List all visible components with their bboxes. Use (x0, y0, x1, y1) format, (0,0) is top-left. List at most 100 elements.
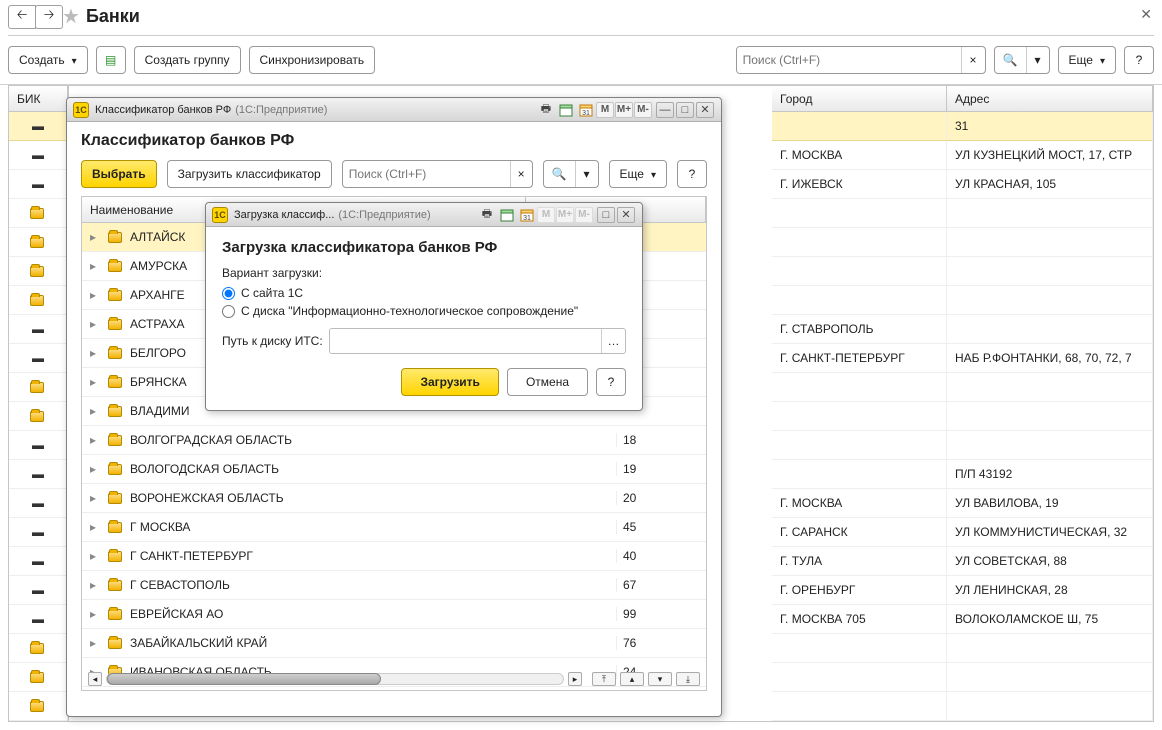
classifier-search[interactable]: × (342, 160, 533, 188)
grid-row-icon[interactable]: ▬ (9, 489, 68, 518)
address-cell[interactable]: УЛ КОММУНИСТИЧЕСКАЯ, 32 (947, 518, 1153, 547)
magnifier-icon[interactable]: 🔍 (995, 47, 1026, 73)
load-dialog-titlebar[interactable]: 1С Загрузка классиф... (1С:Предприятие) … (206, 203, 642, 227)
address-cell[interactable]: ВОЛОКОЛАМСКОЕ Ш, 75 (947, 605, 1153, 634)
city-cell[interactable] (772, 199, 947, 228)
m-btn[interactable]: M (596, 102, 614, 118)
city-cell[interactable] (772, 257, 947, 286)
close-icon[interactable]: ✕ (617, 207, 635, 223)
grid-row-icon[interactable]: ▬ (9, 315, 68, 344)
classifier-search-mode[interactable]: 🔍 ▾ (543, 160, 599, 188)
city-cell[interactable]: Г. САНКТ-ПЕТЕРБУРГ (772, 344, 947, 373)
classifier-row[interactable]: ▸ЕВРЕЙСКАЯ АО99 (82, 600, 706, 629)
help-button[interactable]: ? (1124, 46, 1154, 74)
hscroll-left-icon[interactable]: ◂ (88, 672, 102, 686)
classifier-row[interactable]: ▸ВОЛГОГРАДСКАЯ ОБЛАСТЬ18 (82, 426, 706, 455)
city-cell[interactable] (772, 112, 947, 141)
address-cell[interactable]: УЛ ВАВИЛОВА, 19 (947, 489, 1153, 518)
classifier-row[interactable]: ▸Г СЕВАСТОПОЛЬ67 (82, 571, 706, 600)
expand-icon[interactable]: ▸ (82, 317, 104, 331)
grid-row-icon[interactable]: ▬ (9, 576, 68, 605)
classifier-row[interactable]: ▸Г САНКТ-ПЕТЕРБУРГ40 (82, 542, 706, 571)
col-header-address[interactable]: Адрес (947, 86, 1153, 112)
main-search-input[interactable] (737, 47, 961, 73)
more-button[interactable]: Еще (1058, 46, 1116, 74)
expand-icon[interactable]: ▸ (82, 462, 104, 476)
grid-row-icon[interactable] (9, 692, 68, 721)
address-cell[interactable] (947, 257, 1153, 286)
expand-icon[interactable]: ▸ (82, 520, 104, 534)
address-cell[interactable] (947, 373, 1153, 402)
classifier-search-clear-icon[interactable]: × (510, 161, 532, 187)
address-cell[interactable] (947, 228, 1153, 257)
city-cell[interactable] (772, 663, 947, 692)
classifier-row[interactable]: ▸Г МОСКВА45 (82, 513, 706, 542)
expand-icon[interactable]: ▸ (82, 230, 104, 244)
grid-row-icon[interactable] (9, 634, 68, 663)
address-cell[interactable]: НАБ Р.ФОНТАНКИ, 68, 70, 72, 7 (947, 344, 1153, 373)
city-cell[interactable]: Г. МОСКВА (772, 141, 947, 170)
hscroll-right-icon[interactable]: ▸ (568, 672, 582, 686)
m-minus-btn[interactable]: M- (634, 102, 652, 118)
search-mode-button[interactable]: 🔍 ▾ (994, 46, 1050, 74)
grid-row-icon[interactable] (9, 257, 68, 286)
grid-row-icon[interactable] (9, 663, 68, 692)
grid-row-icon[interactable]: ▬ (9, 547, 68, 576)
expand-icon[interactable]: ▸ (82, 578, 104, 592)
expand-icon[interactable]: ▸ (82, 346, 104, 360)
city-cell[interactable] (772, 692, 947, 721)
main-search-clear-icon[interactable]: × (961, 47, 985, 73)
expand-icon[interactable]: ▸ (82, 491, 104, 505)
grid-row-icon[interactable] (9, 286, 68, 315)
address-cell[interactable] (947, 199, 1153, 228)
cancel-button[interactable]: Отмена (507, 368, 588, 396)
expand-icon[interactable]: ▸ (82, 433, 104, 447)
print-icon[interactable]: 🖶 (537, 102, 555, 118)
address-cell[interactable]: П/П 43192 (947, 460, 1153, 489)
search-mode-caret-icon[interactable]: ▾ (1026, 47, 1049, 73)
print-icon[interactable]: 🖶 (478, 207, 496, 223)
grid-row-icon[interactable]: ▬ (9, 141, 68, 170)
address-cell[interactable]: УЛ СОВЕТСКАЯ, 88 (947, 547, 1153, 576)
address-cell[interactable] (947, 286, 1153, 315)
city-cell[interactable]: Г. САРАНСК (772, 518, 947, 547)
expand-icon[interactable]: ▸ (82, 607, 104, 621)
select-button[interactable]: Выбрать (81, 160, 157, 188)
address-cell[interactable]: УЛ ЛЕНИНСКАЯ, 28 (947, 576, 1153, 605)
city-cell[interactable] (772, 431, 947, 460)
city-cell[interactable]: Г. МОСКВА (772, 489, 947, 518)
maximize-icon[interactable]: □ (597, 207, 615, 223)
expand-icon[interactable]: ▸ (82, 259, 104, 273)
classifier-row[interactable]: ▸ВОРОНЕЖСКАЯ ОБЛАСТЬ20 (82, 484, 706, 513)
m-plus-btn[interactable]: M+ (615, 102, 633, 118)
m-commands[interactable]: M M+ M- (596, 102, 652, 118)
address-cell[interactable]: УЛ КРАСНАЯ, 105 (947, 170, 1153, 199)
city-cell[interactable] (772, 634, 947, 663)
expand-icon[interactable]: ▸ (82, 288, 104, 302)
calendar-alt-icon[interactable]: 31 (577, 102, 595, 118)
create-button[interactable]: Создать (8, 46, 88, 74)
its-path-field[interactable]: … (329, 328, 626, 354)
tree-collapse-all-icon[interactable]: ⤒ (592, 672, 616, 686)
expand-icon[interactable]: ▸ (82, 404, 104, 418)
classifier-titlebar[interactable]: 1С Классификатор банков РФ (1С:Предприят… (67, 98, 721, 122)
hscroll-thumb[interactable] (107, 673, 381, 685)
maximize-icon[interactable]: □ (676, 102, 694, 118)
close-icon[interactable]: ✕ (696, 102, 714, 118)
city-cell[interactable]: Г. ТУЛА (772, 547, 947, 576)
city-cell[interactable] (772, 460, 947, 489)
radio-from-site-input[interactable] (222, 287, 235, 300)
magnifier-icon[interactable]: 🔍 (544, 161, 575, 187)
grid-row-icon[interactable] (9, 373, 68, 402)
calendar-icon[interactable] (557, 102, 575, 118)
close-page-icon[interactable]: ✕ (1140, 6, 1152, 23)
expand-icon[interactable]: ▸ (82, 375, 104, 389)
expand-icon[interactable]: ▸ (82, 549, 104, 563)
classifier-row[interactable]: ▸ВОЛОГОДСКАЯ ОБЛАСТЬ19 (82, 455, 706, 484)
city-cell[interactable] (772, 402, 947, 431)
calendar-icon[interactable] (498, 207, 516, 223)
grid-row-icon[interactable] (9, 228, 68, 257)
address-cell[interactable] (947, 634, 1153, 663)
load-classifier-button[interactable]: Загрузить классификатор (167, 160, 332, 188)
city-cell[interactable] (772, 373, 947, 402)
